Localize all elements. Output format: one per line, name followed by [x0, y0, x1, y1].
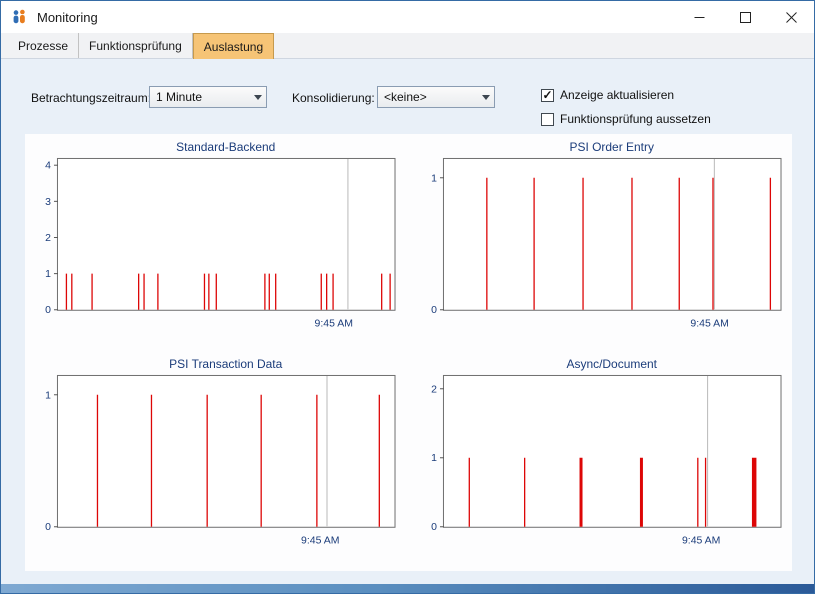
app-icon — [11, 9, 27, 25]
suspend-checkbox-label: Funktionsprüfung aussetzen — [560, 112, 711, 126]
svg-text:2: 2 — [45, 233, 51, 244]
close-icon — [786, 12, 797, 23]
maximize-button[interactable] — [722, 1, 768, 33]
svg-text:1: 1 — [431, 173, 437, 184]
titlebar: Monitoring — [1, 1, 814, 33]
svg-text:9:45 AM: 9:45 AM — [301, 535, 339, 546]
svg-text:2: 2 — [431, 384, 437, 395]
charts-panel: Standard-Backend 0 1 2 3 4 9:45 AM PSI Order E… — [25, 134, 792, 571]
svg-text:1: 1 — [45, 269, 51, 280]
period-select-arrow-zone — [249, 87, 266, 107]
chart-psi-transaction-data-svg: PSI Transaction Data 0 1 9:45 AM — [31, 355, 401, 568]
period-select[interactable]: 1 Minute — [149, 86, 267, 108]
svg-text:PSI Order Entry: PSI Order Entry — [569, 140, 653, 154]
refresh-checkbox-label: Anzeige aktualisieren — [560, 88, 674, 102]
tab-auslastung[interactable]: Auslastung — [193, 33, 274, 59]
svg-text:4: 4 — [45, 161, 51, 172]
window-bottom-accent — [1, 584, 814, 593]
consolidation-select[interactable]: <keine> — [377, 86, 495, 108]
minimize-icon — [694, 12, 705, 23]
svg-text:9:45 AM: 9:45 AM — [690, 319, 728, 330]
refresh-checkbox[interactable]: ✓ — [541, 89, 554, 102]
chart-standard-backend-svg: Standard-Backend 0 1 2 3 4 9:45 AM — [31, 138, 401, 351]
consolidation-label: Konsolidierung: — [292, 91, 375, 105]
tab-bar: Prozesse Funktionsprüfung Auslastung — [1, 33, 814, 59]
window-controls — [676, 1, 814, 33]
suspend-checkbox-row[interactable]: Funktionsprüfung aussetzen — [541, 112, 711, 126]
svg-text:9:45 AM: 9:45 AM — [315, 319, 353, 330]
svg-text:Async/Document: Async/Document — [566, 356, 657, 370]
svg-text:0: 0 — [45, 522, 51, 533]
chart-psi-order-entry-svg: PSI Order Entry 0 1 9:45 AM — [417, 138, 787, 351]
monitoring-window: Monitoring Prozesse Funktionsprüfung Aus… — [0, 0, 815, 594]
maximize-icon — [740, 12, 751, 23]
svg-text:1: 1 — [431, 453, 437, 464]
chart-async-document-svg: Async/Document 0 1 2 9:45 AM — [417, 355, 787, 568]
svg-text:0: 0 — [431, 522, 437, 533]
minimize-button[interactable] — [676, 1, 722, 33]
tab-funktionspruefung[interactable]: Funktionsprüfung — [79, 33, 193, 58]
chart-standard-backend: Standard-Backend 0 1 2 3 4 9:45 AM — [31, 138, 401, 351]
window-title: Monitoring — [37, 10, 98, 25]
svg-text:9:45 AM: 9:45 AM — [681, 535, 719, 546]
consolidation-select-arrow-zone — [477, 87, 494, 107]
svg-text:Standard-Backend: Standard-Backend — [176, 140, 275, 154]
svg-text:0: 0 — [45, 305, 51, 316]
close-button[interactable] — [768, 1, 814, 33]
svg-text:1: 1 — [45, 390, 51, 401]
tab-prozesse[interactable]: Prozesse — [8, 33, 79, 58]
svg-text:3: 3 — [45, 197, 51, 208]
svg-text:PSI Transaction Data: PSI Transaction Data — [169, 356, 282, 370]
period-selected-value: 1 Minute — [156, 90, 202, 104]
period-label: Betrachtungszeitraum: — [31, 91, 151, 105]
svg-text:0: 0 — [431, 305, 437, 316]
chart-psi-transaction-data: PSI Transaction Data 0 1 9:45 AM — [31, 355, 401, 568]
chart-async-document: Async/Document 0 1 2 9:45 AM — [417, 355, 787, 568]
chevron-down-icon — [482, 95, 490, 100]
consolidation-selected-value: <keine> — [384, 90, 427, 104]
chevron-down-icon — [254, 95, 262, 100]
chart-psi-order-entry: PSI Order Entry 0 1 9:45 AM — [417, 138, 787, 351]
suspend-checkbox[interactable] — [541, 113, 554, 126]
refresh-checkbox-row[interactable]: ✓ Anzeige aktualisieren — [541, 88, 674, 102]
